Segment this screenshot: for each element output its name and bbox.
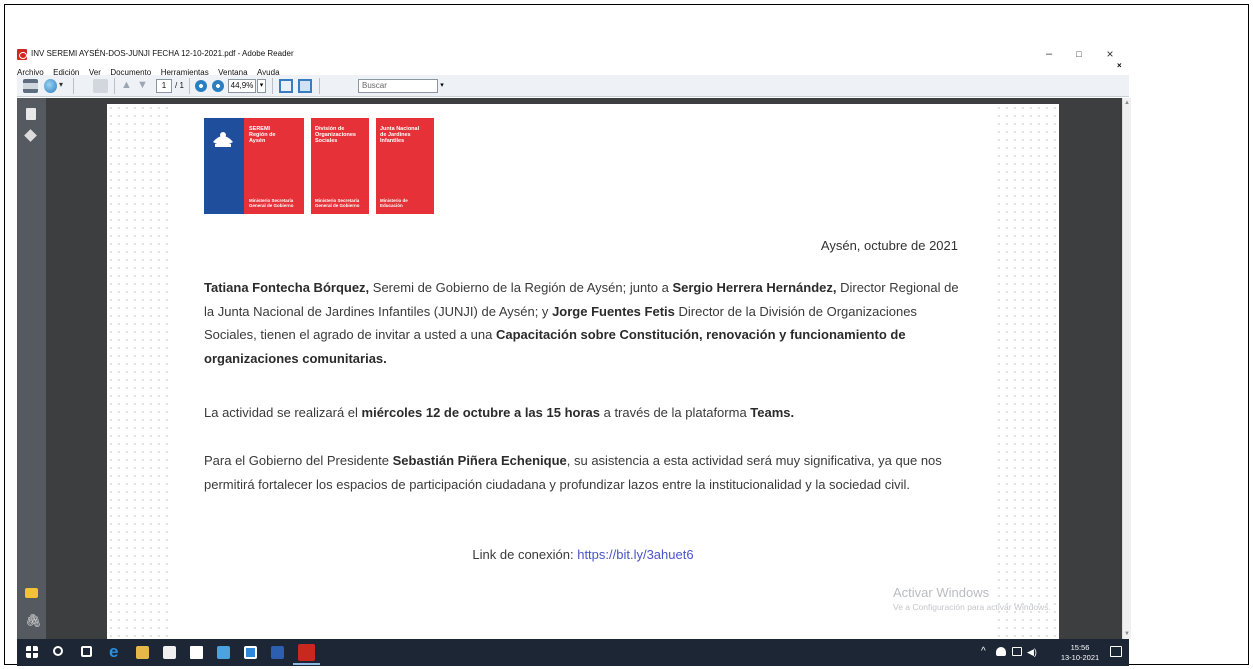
clock-date[interactable]: 13-10-2021 bbox=[1057, 653, 1103, 662]
president-name: Sebastián Piñera Echenique bbox=[392, 453, 567, 468]
zoom-in-icon[interactable] bbox=[212, 80, 224, 92]
word-icon[interactable] bbox=[271, 646, 284, 659]
link-label: Link de conexión: bbox=[472, 547, 578, 562]
paragraph-text: Para el Gobierno del Presidente bbox=[204, 453, 393, 468]
navigation-panel: 🖇 bbox=[17, 98, 46, 639]
share-icon[interactable] bbox=[44, 79, 57, 93]
file-explorer-icon[interactable] bbox=[136, 646, 149, 659]
start-icon[interactable] bbox=[26, 646, 38, 658]
pages-icon[interactable] bbox=[26, 108, 36, 120]
vertical-scrollbar[interactable]: ▲ ▼ bbox=[1122, 98, 1131, 639]
scroll-down-icon[interactable]: ▼ bbox=[1124, 631, 1130, 637]
name-seremi: Tatiana Fontecha Bórquez, bbox=[204, 280, 370, 295]
search-dropdown-icon[interactable]: ▾ bbox=[438, 79, 446, 93]
task-view-icon[interactable] bbox=[81, 646, 92, 657]
page-content: SEREMI Región de Aysén Ministerio Secret… bbox=[174, 104, 992, 639]
connection-link[interactable]: https://bit.ly/3ahuet6 bbox=[577, 547, 693, 562]
activate-windows-title: Activar Windows bbox=[893, 585, 990, 600]
print-icon[interactable] bbox=[23, 79, 38, 93]
zoom-input[interactable]: 44,9% bbox=[228, 79, 256, 93]
fit-width-icon[interactable] bbox=[298, 79, 312, 93]
page-total: / 1 bbox=[175, 81, 184, 90]
pdf-page: SEREMI Región de Aysén Ministerio Secret… bbox=[107, 104, 1059, 639]
layers-icon[interactable] bbox=[25, 131, 37, 141]
window-title: INV SEREMI AYSÉN-DOS-JUNJI FECHA 12-10-2… bbox=[31, 49, 294, 58]
acrobat-reader-icon[interactable] bbox=[298, 644, 315, 661]
activate-windows-subtitle: Ve a Configuración para activar Windows. bbox=[893, 602, 1051, 612]
photos-icon[interactable] bbox=[217, 646, 230, 659]
attachment-icon[interactable]: 🖇 bbox=[25, 614, 42, 628]
tray-chevron-icon[interactable]: ^ bbox=[981, 646, 986, 657]
pdf-file-icon bbox=[17, 49, 27, 60]
toolbar-separator bbox=[189, 78, 190, 94]
search-input[interactable]: Buscar bbox=[358, 79, 438, 93]
coat-of-arms-icon bbox=[213, 132, 233, 147]
seremi-logo-title: SEREMI Región de Aysén bbox=[249, 126, 276, 144]
fit-page-icon[interactable] bbox=[279, 79, 293, 93]
division-logo: División de Organizaciones Sociales Mini… bbox=[311, 118, 369, 214]
document-viewport[interactable]: SEREMI Región de Aysén Ministerio Secret… bbox=[46, 98, 1122, 639]
name-director-dos: Jorge Fuentes Fetis bbox=[552, 303, 675, 319]
store-icon[interactable] bbox=[163, 646, 176, 659]
app-icon[interactable] bbox=[244, 646, 257, 659]
zoom-dropdown-icon[interactable]: ▾ bbox=[257, 79, 266, 93]
toolbar-separator bbox=[114, 78, 115, 94]
edge-icon[interactable]: e bbox=[109, 642, 122, 661]
paragraph-schedule: La actividad se realizará el miércoles 1… bbox=[204, 401, 960, 425]
active-app-indicator bbox=[293, 663, 320, 665]
toolbar: ▾ ▲ ▼ 1 / 1 44,9% ▾ Buscar ▾ bbox=[17, 75, 1129, 97]
toolbar-separator bbox=[73, 78, 74, 94]
junji-logo-title: Junta Nacional de Jardines Infantiles bbox=[380, 126, 420, 144]
toolbar-separator bbox=[272, 78, 273, 94]
taskbar: e ^ ◀) 15:56 13-10-2021 bbox=[17, 639, 1129, 666]
previous-page-icon[interactable]: ▲ bbox=[121, 79, 133, 93]
paragraph-closing: Para el Gobierno del Presidente Sebastiá… bbox=[204, 449, 960, 496]
junji-logo: Junta Nacional de Jardines Infantiles Mi… bbox=[376, 118, 434, 214]
close-document-button[interactable]: × bbox=[1117, 61, 1122, 70]
date-line: Aysén, octubre de 2021 bbox=[820, 238, 958, 253]
comments-icon[interactable] bbox=[25, 588, 38, 598]
name-director-junji: Sergio Herrera Hernández, bbox=[672, 280, 837, 295]
title-bar: INV SEREMI AYSÉN-DOS-JUNJI FECHA 12-10-2… bbox=[17, 47, 1127, 62]
division-logo-subtitle: Ministerio Secretaría General de Gobiern… bbox=[315, 198, 360, 208]
mail-icon[interactable] bbox=[190, 646, 203, 659]
toolbar-separator bbox=[319, 78, 320, 94]
network-icon[interactable] bbox=[1012, 647, 1022, 656]
paragraph-text: La actividad se realizará el bbox=[204, 405, 362, 420]
seremi-logo-subtitle: Ministerio Secretaría General de Gobiern… bbox=[249, 198, 294, 208]
paragraph-invitation: Tatiana Fontecha Bórquez, Seremi de Gobi… bbox=[204, 276, 960, 370]
scroll-up-icon[interactable]: ▲ bbox=[1124, 100, 1130, 106]
event-platform: Teams. bbox=[750, 405, 795, 420]
maximize-button[interactable]: □ bbox=[1069, 47, 1089, 62]
minimize-button[interactable]: – bbox=[1039, 47, 1059, 62]
paragraph-text: Seremi de Gobierno de la Región de Aysén… bbox=[369, 280, 673, 295]
menu-bar: Archivo Edición Ver Documento Herramient… bbox=[17, 61, 1127, 77]
next-page-icon[interactable]: ▼ bbox=[137, 79, 149, 93]
page-number-input[interactable]: 1 bbox=[156, 79, 172, 93]
onedrive-icon[interactable] bbox=[996, 647, 1006, 656]
close-button[interactable]: × bbox=[1100, 47, 1120, 62]
email-icon[interactable] bbox=[93, 79, 108, 93]
volume-icon[interactable]: ◀) bbox=[1027, 647, 1037, 657]
clock-time[interactable]: 15:56 bbox=[1061, 643, 1099, 652]
notification-icon[interactable] bbox=[1110, 646, 1122, 657]
seremi-logo: SEREMI Región de Aysén Ministerio Secret… bbox=[204, 118, 304, 214]
screen: INV SEREMI AYSÉN-DOS-JUNJI FECHA 12-10-2… bbox=[0, 0, 1253, 669]
event-datetime: miércoles 12 de octubre a las 15 horas bbox=[361, 405, 600, 420]
search-icon[interactable] bbox=[53, 646, 63, 656]
connection-link-line: Link de conexión: https://bit.ly/3ahuet6 bbox=[174, 547, 992, 562]
junji-logo-subtitle: Ministerio de Educación bbox=[380, 198, 408, 208]
paragraph-text: a través de la plataforma bbox=[599, 405, 751, 420]
zoom-out-icon[interactable] bbox=[195, 80, 207, 92]
division-logo-title: División de Organizaciones Sociales bbox=[315, 126, 356, 144]
share-dropdown-icon[interactable]: ▾ bbox=[59, 80, 65, 94]
